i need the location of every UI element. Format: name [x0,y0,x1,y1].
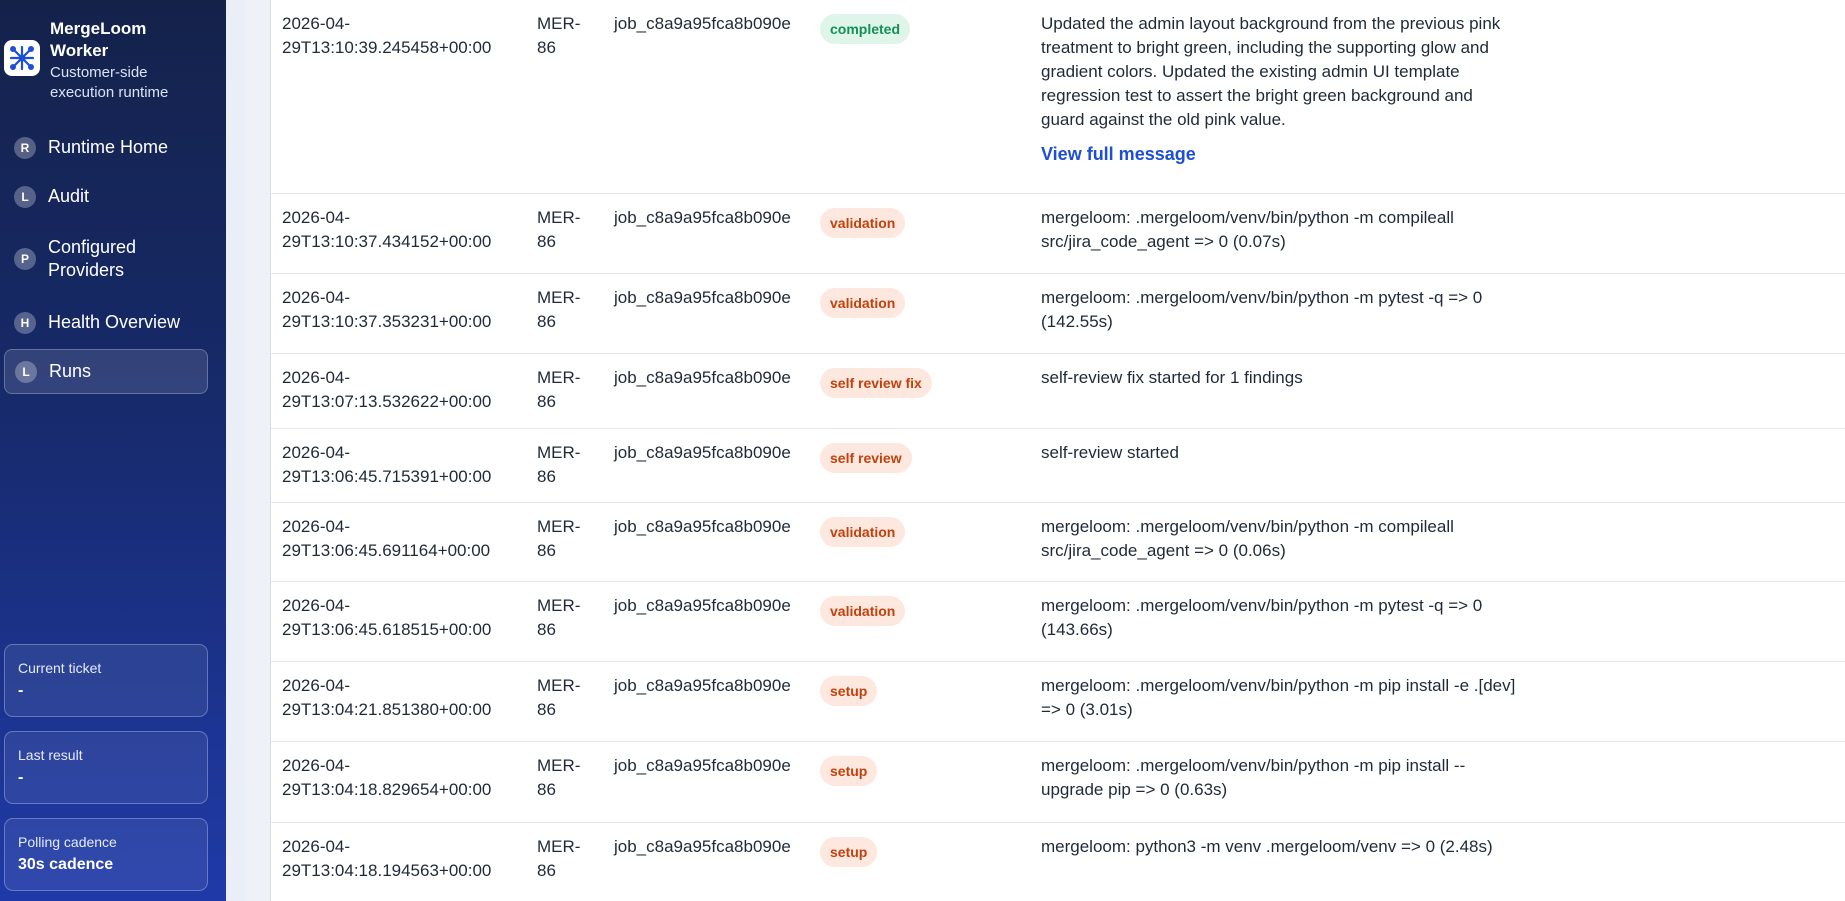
event-job: job_c8a9a95fca8b090e [614,208,791,227]
stage-badge: validation [820,596,906,626]
table-row: 2026-04-29T13:06:45.618515+00:00 MER-86 … [271,582,1845,662]
last-result-card: Last result - [4,731,208,804]
stage-badge: validation [820,288,906,318]
event-job: job_c8a9a95fca8b090e [614,368,791,387]
event-message: mergeloom: .mergeloom/venv/bin/python -m… [1041,676,1516,719]
brand-title: MergeLoom Worker [50,19,147,60]
event-ticket: MER-86 [537,368,581,411]
sidebar-item-label: Audit [48,186,90,206]
event-job: job_c8a9a95fca8b090e [614,837,791,856]
event-ticket: MER-86 [537,14,581,57]
current-ticket-card: Current ticket - [4,644,208,717]
event-ticket: MER-86 [537,676,581,719]
stage-badge: completed [820,14,911,44]
network-icon [4,40,40,76]
event-time: 2026-04-29T13:10:37.353231+00:00 [282,288,492,331]
events-table: 2026-04-29T13:10:39.245458+00:00 MER-86 … [270,0,1845,901]
nav-badge: L [15,360,37,383]
table-row: 2026-04-29T13:06:45.691164+00:00 MER-86 … [271,503,1845,582]
event-message: self-review started [1041,443,1179,462]
event-time: 2026-04-29T13:06:45.715391+00:00 [282,443,492,486]
sidebar-item-label: Runtime Home [48,137,169,157]
event-ticket: MER-86 [537,288,581,331]
sidebar-item-audit[interactable]: L Audit [4,174,208,219]
sidebar-item-label: Runs [49,361,92,381]
stage-badge: setup [820,676,878,706]
stage-badge: validation [820,208,906,238]
stage-badge: self review [820,443,912,473]
table-row: 2026-04-29T13:04:18.829654+00:00 MER-86 … [271,742,1845,823]
event-job: job_c8a9a95fca8b090e [614,288,791,307]
table-row: 2026-04-29T13:10:37.353231+00:00 MER-86 … [271,274,1845,354]
event-message: mergeloom: .mergeloom/venv/bin/python -m… [1041,596,1483,639]
table-row: 2026-04-29T13:07:13.532622+00:00 MER-86 … [271,354,1845,429]
event-ticket: MER-86 [537,837,581,880]
event-message: mergeloom: .mergeloom/venv/bin/python -m… [1041,288,1483,331]
polling-cadence-card: Polling cadence 30s cadence [4,818,208,891]
sidebar: MergeLoom Worker Customer-side execution… [0,0,226,901]
polling-cadence-value: 30s cadence [18,856,114,873]
event-job: job_c8a9a95fca8b090e [614,517,791,536]
table-row: 2026-04-29T13:04:18.194563+00:00 MER-86 … [271,823,1845,901]
event-ticket: MER-86 [537,208,581,251]
table-row: 2026-04-29T13:10:39.245458+00:00 MER-86 … [271,0,1845,194]
sidebar-item-runs[interactable]: L Runs [4,349,208,394]
brand: MergeLoom Worker Customer-side execution… [4,18,190,103]
event-job: job_c8a9a95fca8b090e [614,14,791,33]
event-ticket: MER-86 [537,517,581,560]
stage-badge: setup [820,756,878,786]
sidebar-gutter [226,0,246,901]
event-time: 2026-04-29T13:04:18.829654+00:00 [282,756,492,799]
event-ticket: MER-86 [537,443,581,486]
nav-badge: L [14,185,36,208]
nav-badge: R [14,136,36,159]
stage-badge: setup [820,837,878,867]
event-job: job_c8a9a95fca8b090e [614,596,791,615]
event-message: self-review fix started for 1 findings [1041,368,1303,387]
sidebar-item-label: Health Overview [48,312,181,332]
stage-badge: validation [820,517,906,547]
current-ticket-label: Current ticket [18,660,102,676]
nav-badge: H [14,311,36,334]
table-row: 2026-04-29T13:10:37.434152+00:00 MER-86 … [271,194,1845,274]
sidebar-item-label: Configured Providers [48,237,137,280]
event-time: 2026-04-29T13:07:13.532622+00:00 [282,368,492,411]
event-job: job_c8a9a95fca8b090e [614,756,791,775]
event-job: job_c8a9a95fca8b090e [614,443,791,462]
event-time: 2026-04-29T13:06:45.618515+00:00 [282,596,492,639]
event-ticket: MER-86 [537,596,581,639]
main-content: 2026-04-29T13:10:39.245458+00:00 MER-86 … [246,0,1845,901]
sidebar-item-health-overview[interactable]: H Health Overview [4,300,208,345]
event-message: mergeloom: .mergeloom/venv/bin/python -m… [1041,208,1454,251]
view-full-message-link[interactable]: View full message [1041,142,1516,166]
stage-badge: self review fix [820,368,932,398]
event-message: mergeloom: .mergeloom/venv/bin/python -m… [1041,756,1466,799]
event-message: Updated the admin layout background from… [1041,14,1501,129]
event-ticket: MER-86 [537,756,581,799]
event-job: job_c8a9a95fca8b090e [614,676,791,695]
event-time: 2026-04-29T13:06:45.691164+00:00 [282,517,491,560]
event-message: mergeloom: .mergeloom/venv/bin/python -m… [1041,517,1454,560]
event-time: 2026-04-29T13:10:39.245458+00:00 [282,14,492,57]
last-result-label: Last result [18,747,83,763]
brand-subtitle: Customer-side execution runtime [50,64,169,101]
sidebar-item-runtime-home[interactable]: R Runtime Home [4,125,208,170]
nav-badge: P [14,248,36,270]
sidebar-item-configured-providers[interactable]: P Configured Providers [4,223,208,295]
event-time: 2026-04-29T13:10:37.434152+00:00 [282,208,492,251]
table-row: 2026-04-29T13:04:21.851380+00:00 MER-86 … [271,662,1845,742]
polling-cadence-label: Polling cadence [18,834,117,850]
last-result-value: - [18,769,24,786]
event-message: mergeloom: python3 -m venv .mergeloom/ve… [1041,837,1493,856]
event-time: 2026-04-29T13:04:21.851380+00:00 [282,676,492,719]
current-ticket-value: - [18,682,24,699]
event-time: 2026-04-29T13:04:18.194563+00:00 [282,837,492,880]
table-row: 2026-04-29T13:06:45.715391+00:00 MER-86 … [271,429,1845,503]
